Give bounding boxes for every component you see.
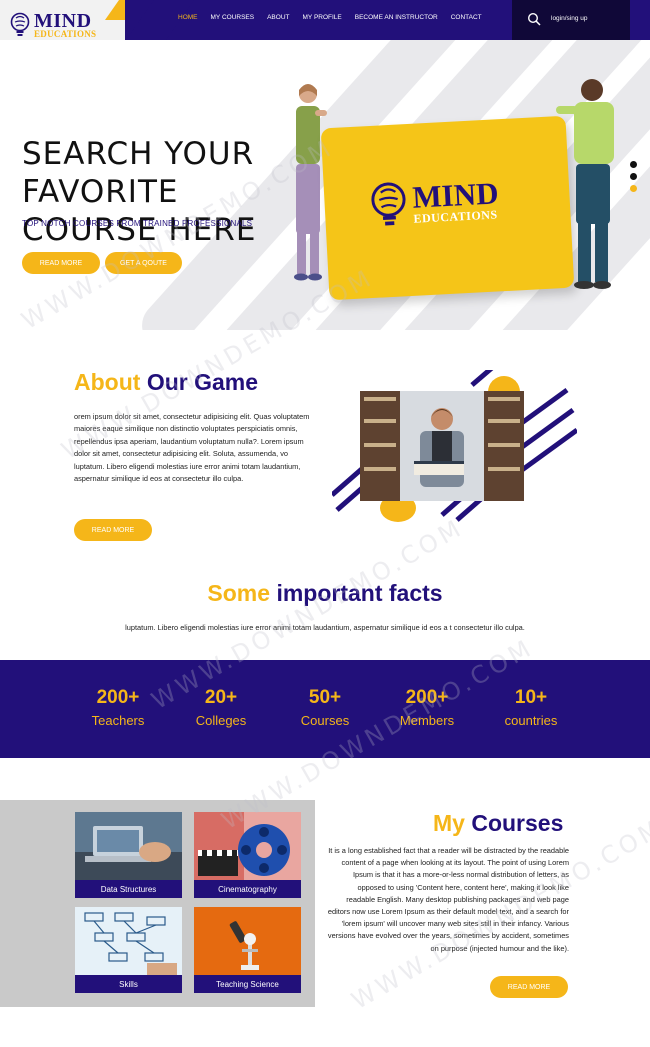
about-read-more-button[interactable]: READ MORE [74, 519, 152, 541]
hero-title-line: SEARCH YOUR [22, 136, 255, 172]
slider-dot[interactable] [630, 185, 637, 192]
nav-my-profile[interactable]: MY PROFILE [303, 14, 342, 21]
stat-label: Colleges [195, 713, 247, 728]
brain-bulb-icon [371, 182, 406, 226]
stat-value: 50+ [308, 687, 342, 708]
hero-title-line: FAVORITE [22, 174, 179, 210]
slider-dot-active[interactable] [630, 161, 637, 168]
hero-read-more-button[interactable]: READ MORE [22, 252, 100, 274]
course-label: Skills [75, 975, 182, 993]
course-card-cinematography[interactable]: Cinematography [194, 812, 301, 898]
nav-contact[interactable]: CONTACT [451, 14, 482, 21]
courses-text: It is a long established fact that a rea… [327, 846, 569, 953]
course-label: Data Structures [75, 880, 182, 898]
facts-title-rest: important facts [276, 580, 443, 606]
stat-courses: 50+ Courses [275, 686, 375, 731]
stat-members: 200+ Members [377, 686, 477, 731]
brain-bulb-icon [10, 12, 30, 36]
nav-my-courses[interactable]: MY COURSES [211, 14, 255, 21]
hero-title: SEARCH YOUR FAVORITE COURSE HERE [22, 135, 256, 249]
facts-title-accent: Some [207, 580, 271, 606]
hero-title-line: COURSE HERE [22, 212, 257, 248]
courses-read-more-button[interactable]: READ MORE [490, 976, 568, 998]
hero-slider-dots [630, 161, 637, 197]
logo-sub-text: EDUCATIONS [34, 29, 97, 39]
stat-colleges: 20+ Colleges [171, 686, 271, 731]
stat-label: Courses [300, 713, 350, 728]
stats-band: 200+ Teachers 20+ Colleges 50+ Courses 2… [0, 660, 650, 758]
nav-about[interactable]: ABOUT [267, 14, 289, 21]
nav-home[interactable]: HOME [178, 14, 198, 21]
course-image [75, 907, 182, 975]
student-library-photo [360, 391, 524, 501]
about-text: orem ipsum dolor sit amet, consectetur a… [74, 412, 310, 484]
facts-title: Some important facts [0, 580, 650, 607]
stat-value: 200+ [96, 687, 140, 708]
logo-main-text: MIND [34, 10, 92, 32]
site-header: MIND EDUCATIONS HOME MY COURSES ABOUT MY… [0, 0, 650, 40]
about-title: About Our Game [74, 369, 258, 396]
stat-value: 20+ [204, 687, 238, 708]
board-logo: MIND EDUCATIONS [365, 174, 500, 231]
about-title-rest: Our Game [146, 369, 259, 395]
courses-title-accent: My [433, 810, 465, 836]
stat-countries: 10+ countries [481, 686, 581, 731]
stat-label: Teachers [91, 713, 145, 728]
courses-title-rest: Courses [471, 810, 564, 836]
man-holding-board-image [556, 79, 614, 289]
nav-become-instructor[interactable]: BECOME AN INSTRUCTOR [355, 14, 438, 21]
login-signup-link[interactable]: login/sing up [551, 15, 588, 22]
course-label: Cinematography [194, 880, 301, 898]
stat-label: Members [399, 713, 455, 728]
about-title-accent: About [74, 369, 141, 395]
hero-subtitle: TOP NOTCH COURSES FROM TRAINED PROFESSIO… [22, 219, 253, 228]
hero-section: MIND EDUCATIONS SEARCH YOUR FAVORITE COU… [0, 40, 650, 330]
slider-dot[interactable] [630, 173, 637, 180]
course-card-teaching-science[interactable]: Teaching Science [194, 907, 301, 993]
hero-logo-board: MIND EDUCATIONS [320, 115, 575, 301]
course-image [75, 812, 182, 880]
stat-label: countries [504, 713, 558, 728]
stat-teachers: 200+ Teachers [68, 686, 168, 731]
facts-subtitle: luptatum. Libero eligendi molestias iure… [125, 623, 525, 632]
about-image [330, 353, 579, 525]
stat-value: 10+ [514, 687, 548, 708]
site-logo[interactable]: MIND EDUCATIONS [8, 11, 96, 39]
course-card-data-structures[interactable]: Data Structures [75, 812, 182, 898]
course-image [194, 812, 301, 880]
get-a-quote-button[interactable]: GET A QOUTE [105, 252, 182, 274]
page: MIND EDUCATIONS HOME MY COURSES ABOUT MY… [0, 0, 650, 1047]
main-nav: HOME MY COURSES ABOUT MY PROFILE BECOME … [178, 14, 495, 21]
courses-title: My Courses [433, 810, 563, 837]
search-icon[interactable] [527, 12, 541, 26]
course-label: Teaching Science [194, 975, 301, 993]
course-card-skills[interactable]: Skills [75, 907, 182, 993]
stat-value: 200+ [405, 687, 449, 708]
course-image [194, 907, 301, 975]
